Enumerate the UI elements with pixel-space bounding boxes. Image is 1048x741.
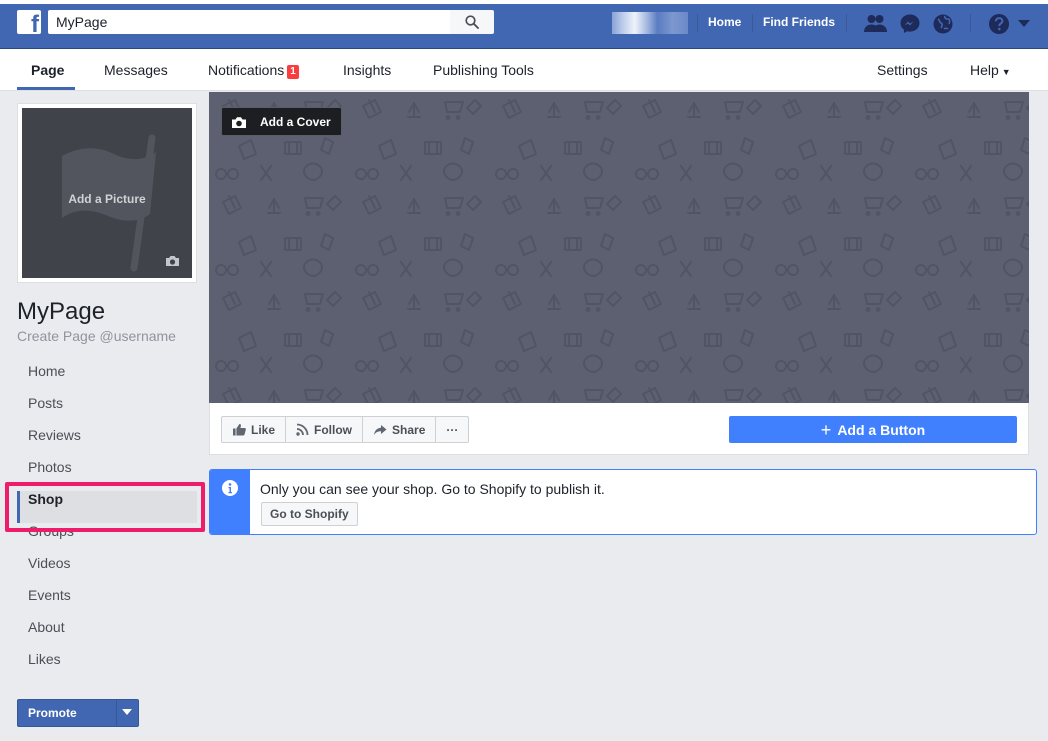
- create-username-link[interactable]: Create Page @username: [17, 328, 176, 344]
- tab-page[interactable]: Page: [31, 62, 64, 78]
- info-icon: [222, 480, 238, 496]
- facebook-logo-icon[interactable]: f: [17, 10, 41, 34]
- nav-separator: [970, 14, 971, 32]
- promote-label: Promote: [28, 706, 77, 720]
- page-action-buttons: Like Follow Share ···: [221, 416, 470, 443]
- search-input[interactable]: [48, 10, 450, 34]
- search-icon: [465, 15, 479, 29]
- promote-button[interactable]: Promote: [17, 699, 139, 727]
- cover-pattern-background: [209, 92, 1029, 403]
- like-label: Like: [251, 422, 276, 437]
- more-options-button[interactable]: ···: [435, 416, 470, 443]
- cover-photo-area: [209, 92, 1029, 403]
- chevron-down-icon[interactable]: [122, 709, 132, 715]
- add-cover-label: Add a Cover: [260, 115, 331, 129]
- shop-visibility-notice: Only you can see your shop. Go to Shopif…: [209, 469, 1037, 535]
- active-tab-indicator: [17, 87, 75, 90]
- top-link-find-friends[interactable]: Find Friends: [763, 15, 835, 29]
- chevron-down-icon: ▼: [1001, 67, 1011, 77]
- nav-separator: [752, 14, 753, 32]
- tab-publishing-tools[interactable]: Publishing Tools: [433, 62, 534, 78]
- messenger-icon[interactable]: [899, 13, 921, 35]
- shop-highlight-annotation: [5, 482, 205, 532]
- sidebar-item-videos[interactable]: Videos: [17, 555, 197, 587]
- friend-requests-icon[interactable]: [863, 13, 889, 35]
- add-a-button-button[interactable]: + Add a Button: [729, 416, 1017, 443]
- plus-icon: +: [820, 419, 832, 440]
- profile-shortcut-avatar[interactable]: [612, 12, 688, 34]
- top-link-home[interactable]: Home: [708, 15, 741, 29]
- add-picture-label: Add a Picture: [68, 192, 146, 206]
- page-title: MyPage: [17, 298, 106, 325]
- share-label: Share: [392, 422, 426, 437]
- sidebar-item-reviews[interactable]: Reviews: [17, 427, 197, 459]
- add-cover-button[interactable]: Add a Cover: [221, 107, 342, 136]
- notice-message: Only you can see your shop. Go to Shopif…: [260, 481, 605, 497]
- follow-button[interactable]: Follow: [285, 416, 364, 443]
- notifications-globe-icon[interactable]: [932, 13, 954, 35]
- share-button[interactable]: Share: [362, 416, 437, 443]
- help-question-icon[interactable]: [988, 13, 1010, 35]
- tab-notifications[interactable]: Notifications 1: [208, 62, 299, 79]
- promote-separator: [116, 700, 117, 726]
- follow-label: Follow: [314, 422, 353, 437]
- profile-picture-placeholder: Add a Picture: [22, 108, 192, 278]
- search-button[interactable]: [450, 10, 494, 34]
- nav-separator: [846, 14, 847, 32]
- profile-picture-frame[interactable]: Add a Picture: [17, 103, 197, 283]
- notice-accent-strip: [210, 470, 250, 534]
- sidebar-item-posts[interactable]: Posts: [17, 395, 197, 427]
- share-arrow-icon: [374, 424, 387, 435]
- sidebar-item-home[interactable]: Home: [17, 363, 197, 395]
- notification-count-badge: 1: [287, 65, 299, 79]
- sidebar-item-events[interactable]: Events: [17, 587, 197, 619]
- add-a-button-label: Add a Button: [837, 421, 926, 438]
- tab-settings[interactable]: Settings: [877, 62, 928, 78]
- tab-help-label: Help: [970, 62, 999, 78]
- more-options-icon: ···: [446, 422, 459, 437]
- camera-icon: [232, 117, 246, 128]
- tab-messages[interactable]: Messages: [104, 62, 168, 78]
- thumbs-up-icon: [233, 424, 246, 436]
- nav-separator: [697, 14, 698, 32]
- go-to-shopify-button[interactable]: Go to Shopify: [261, 502, 358, 526]
- tab-insights[interactable]: Insights: [343, 62, 391, 78]
- account-menu-chevron-icon[interactable]: [1018, 20, 1030, 28]
- sidebar-item-likes[interactable]: Likes: [17, 651, 197, 683]
- tab-help[interactable]: Help ▼: [970, 62, 1011, 78]
- camera-icon: [166, 256, 179, 266]
- sidebar-item-about[interactable]: About: [17, 619, 197, 651]
- tab-notifications-label: Notifications: [208, 62, 285, 78]
- rss-follow-icon: [296, 423, 309, 436]
- like-button[interactable]: Like: [221, 416, 287, 443]
